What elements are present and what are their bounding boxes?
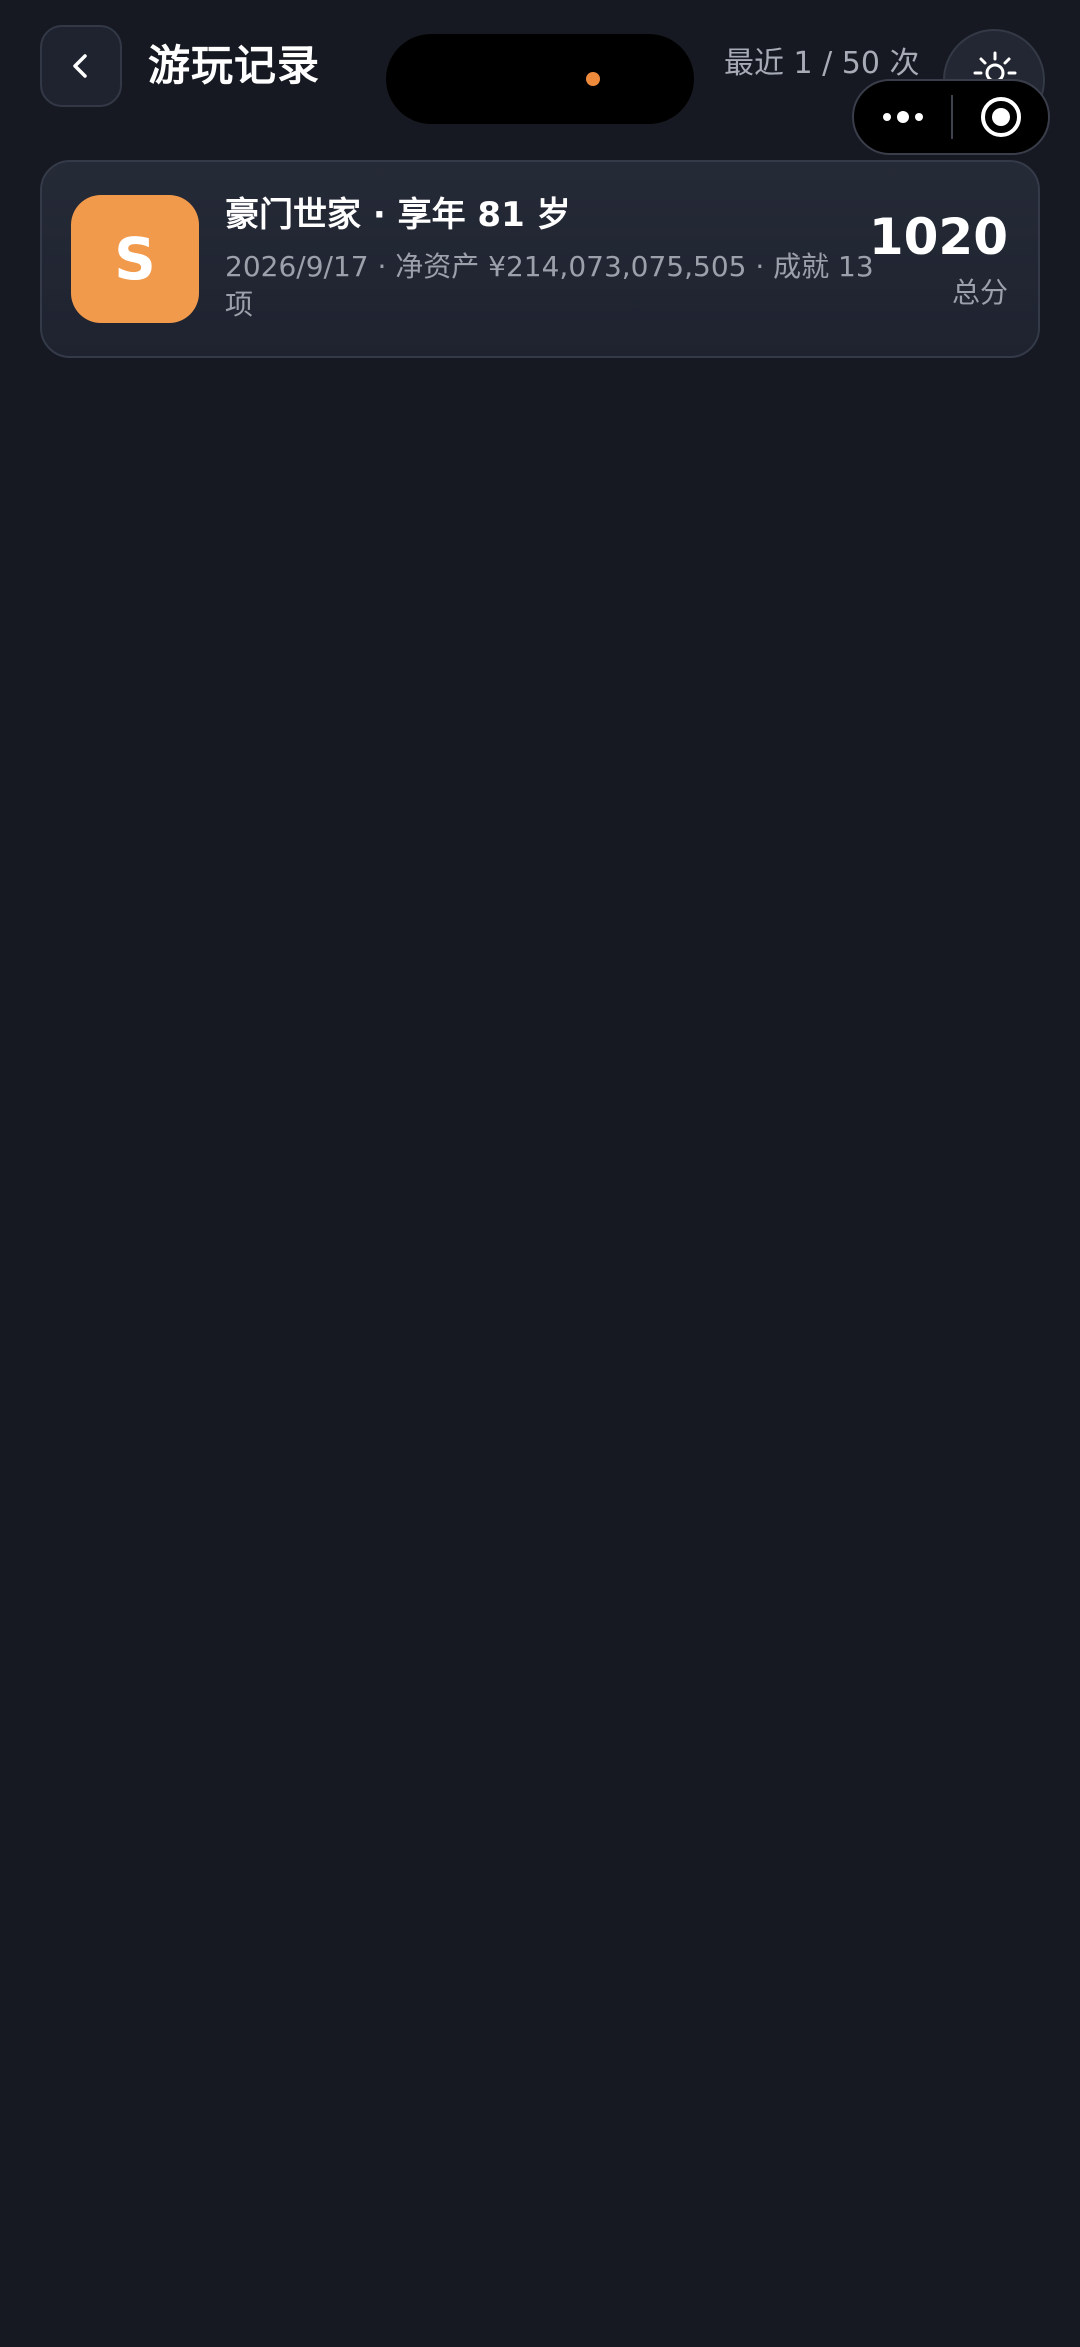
close-mini-program-button[interactable]: [953, 81, 1048, 153]
target-circle-icon: [980, 97, 1021, 137]
island-indicator-dot: [586, 72, 600, 86]
back-button[interactable]: [40, 25, 122, 107]
mini-program-capsule: [852, 79, 1050, 155]
page-title: 游玩记录: [148, 41, 321, 90]
dynamic-island: [386, 34, 694, 124]
record-card[interactable]: S 豪门世家 · 享年 81 岁 2026/9/17 · 净资产 ¥214,07…: [40, 160, 1040, 358]
record-count: 最近 1 / 50 次: [724, 46, 920, 81]
more-dots-icon: [883, 111, 923, 123]
chevron-left-icon: [73, 54, 87, 78]
more-button[interactable]: [854, 81, 952, 153]
total-score: 1020: [868, 208, 1008, 266]
record-title: 豪门世家 · 享年 81 岁: [225, 195, 571, 235]
total-score-label: 总分: [951, 276, 1008, 309]
grade-badge: S: [71, 195, 199, 323]
record-meta: 2026/9/17 · 净资产 ¥214,073,075,505 · 成就 13…: [225, 250, 874, 321]
